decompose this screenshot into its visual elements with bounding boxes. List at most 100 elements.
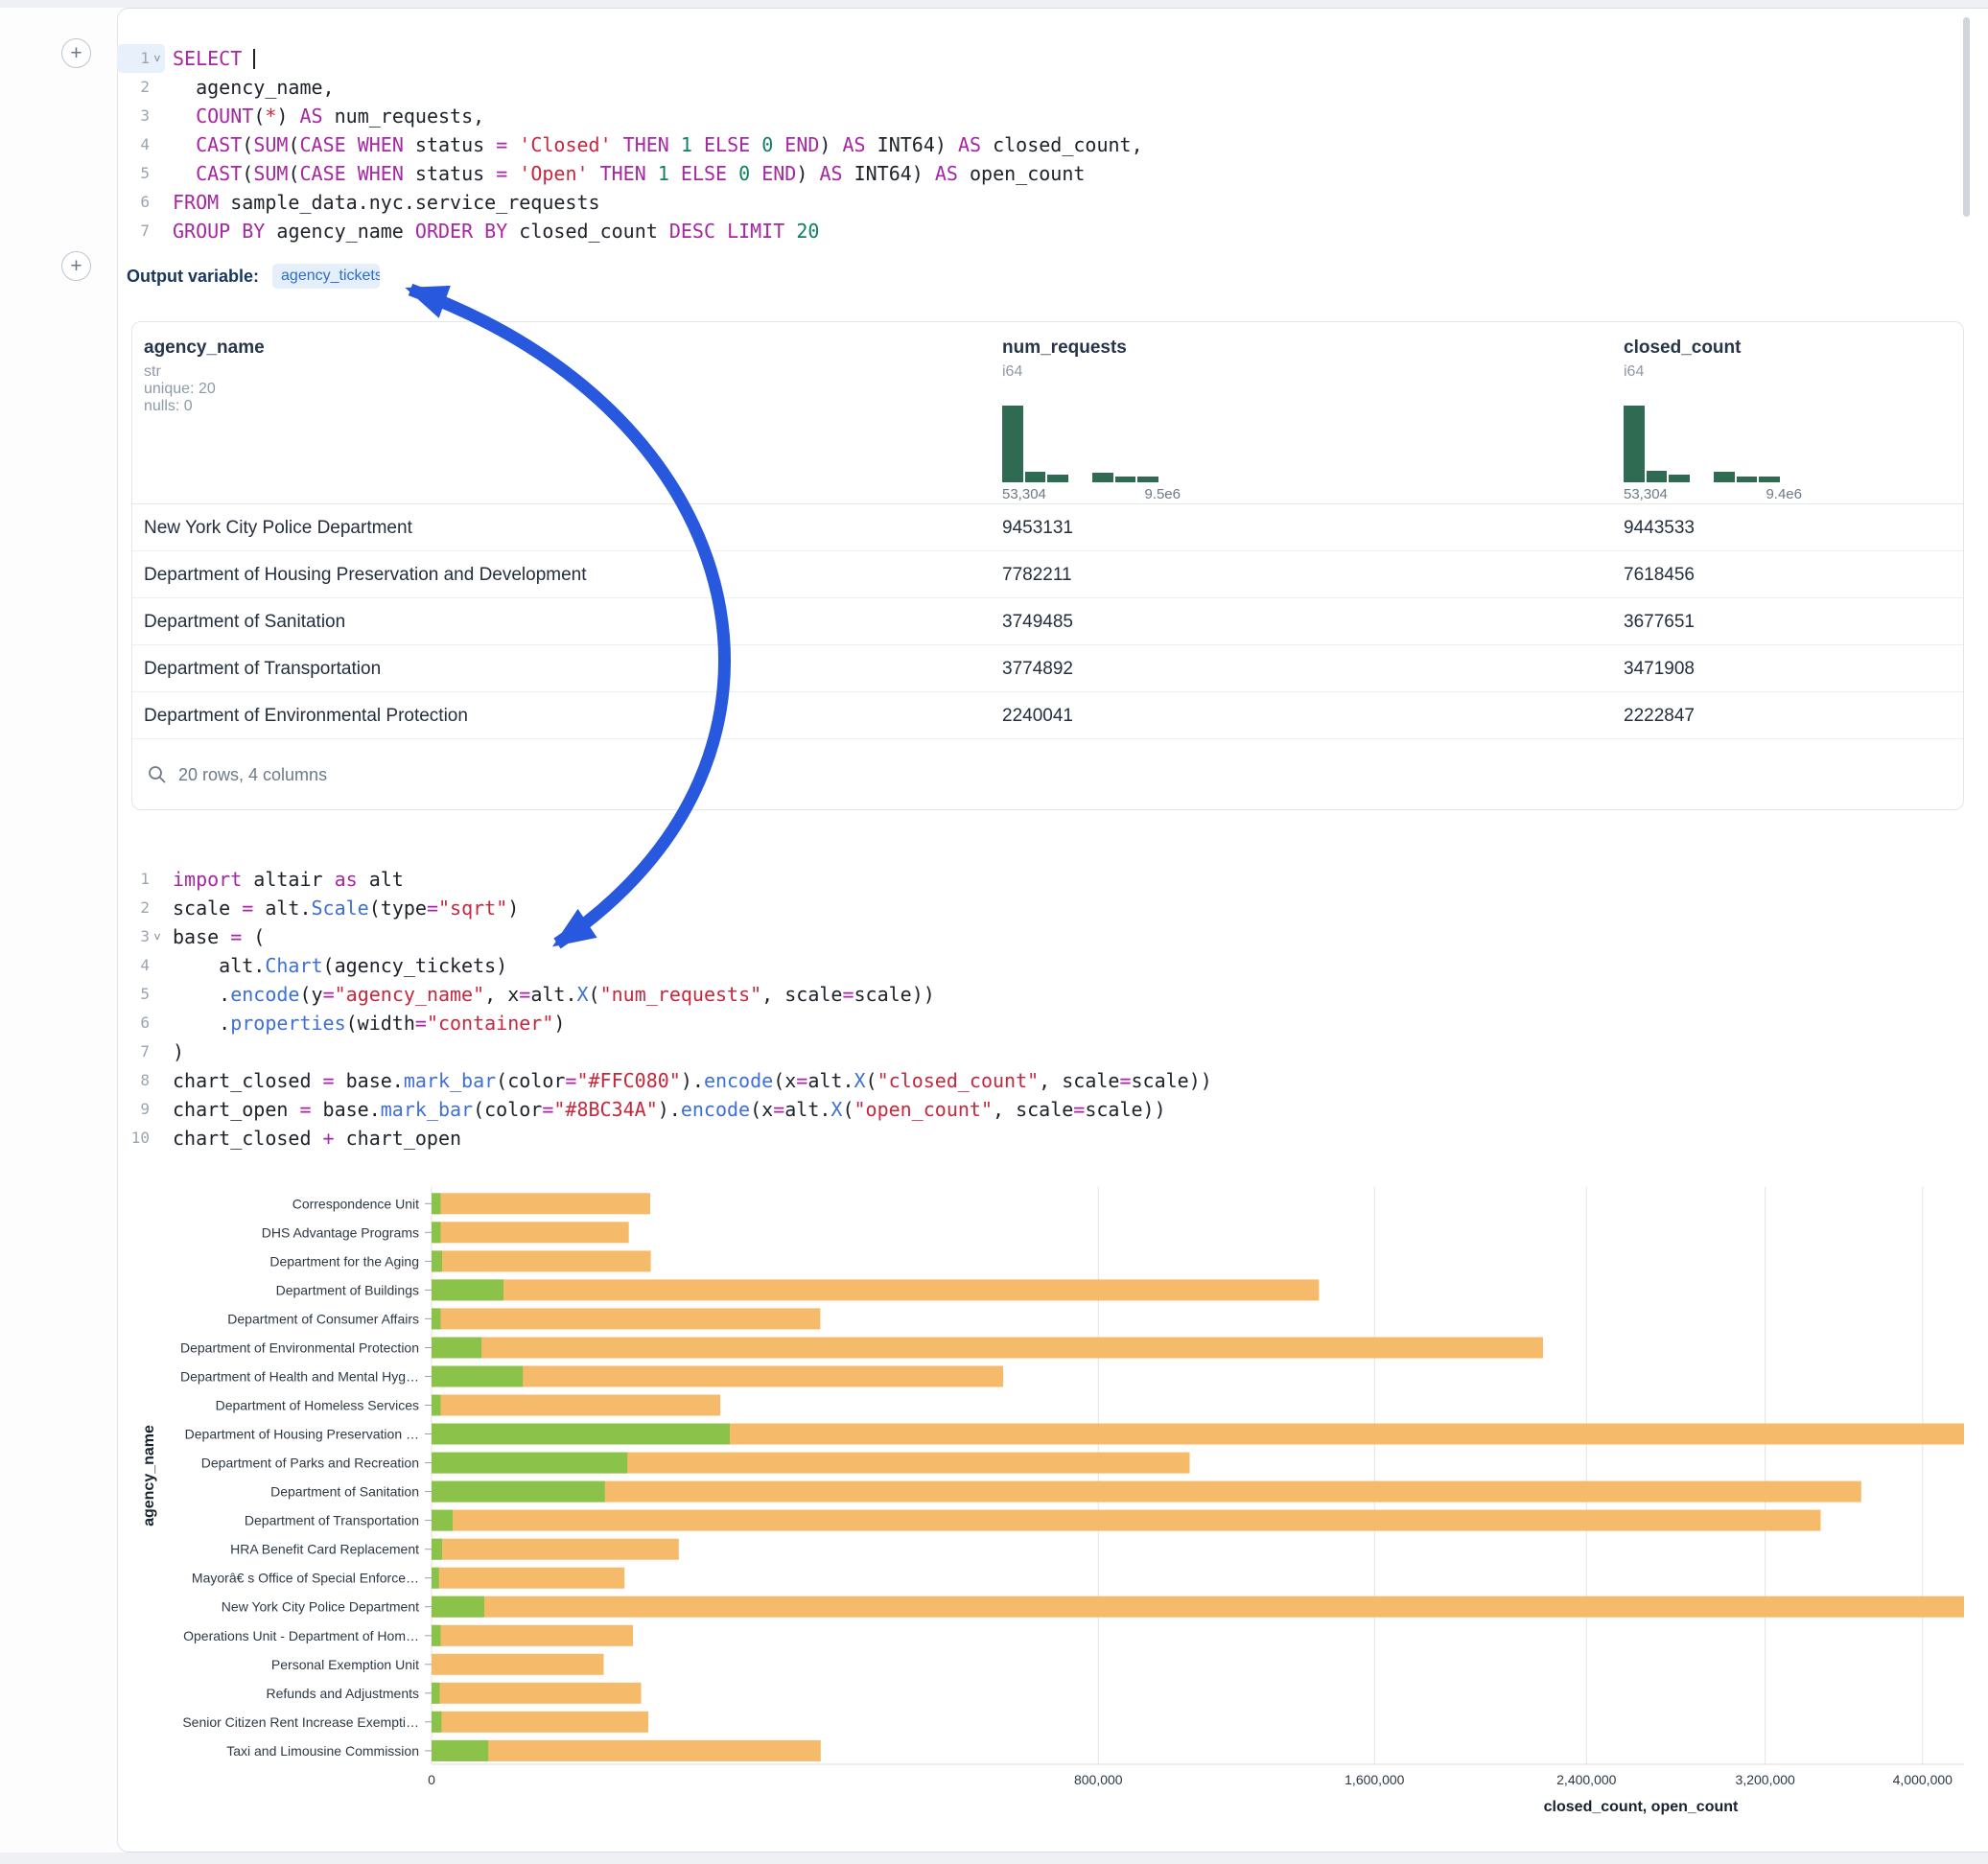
y-tick-label: Operations Unit - Department of Hom…: [183, 1628, 419, 1643]
code-line[interactable]: 5> .encode(y="agency_name", x=alt.X("num…: [117, 980, 1212, 1009]
code-line[interactable]: 4> CAST(SUM(CASE WHEN status = 'Closed' …: [117, 130, 1143, 159]
open-count-bar: [432, 1308, 441, 1329]
code-line[interactable]: 7>): [117, 1037, 1212, 1066]
table-cell: 3774892: [1002, 645, 1073, 692]
code-line[interactable]: 3> COUNT(*) AS num_requests,: [117, 102, 1143, 130]
line-number-gutter: 9>: [117, 1095, 165, 1124]
open-count-bar: [432, 1568, 439, 1589]
histogram-range-labels: 53,3049.5e6: [1002, 486, 1181, 502]
fold-chevron-icon[interactable]: >: [143, 929, 172, 944]
table-header: agency_namestrunique: 20nulls: 0 num_requ…: [132, 322, 1963, 504]
closed-count-bar: [432, 1250, 651, 1271]
y-axis-title: agency_name: [141, 1425, 157, 1526]
code-line[interactable]: 10>chart_closed + chart_open: [117, 1124, 1212, 1153]
line-number-gutter: 4>: [117, 951, 165, 980]
table-cell: 3677651: [1624, 598, 1695, 645]
open-count-bar: [432, 1250, 442, 1271]
line-number-gutter: 5>: [117, 980, 165, 1009]
add-cell-button[interactable]: +: [61, 38, 91, 68]
open-count-bar: [432, 1625, 441, 1646]
table-row[interactable]: Department of Sanitation37494853677651: [132, 598, 1963, 645]
code-line[interactable]: 1>SELECT: [117, 44, 1143, 73]
y-tick-label: Mayorâ€ s Office of Special Enforce…: [192, 1571, 419, 1586]
table-row[interactable]: Department of Environmental Protection 22…: [132, 692, 1963, 739]
code-line[interactable]: 1>import altair as alt: [117, 865, 1212, 894]
table-cell: 2240041: [1002, 692, 1073, 739]
table-cell: 9443533: [1624, 504, 1695, 551]
table-row[interactable]: New York City Police Department945313194…: [132, 504, 1963, 551]
fold-chevron-icon[interactable]: >: [143, 51, 172, 66]
table-cell: 3749485: [1002, 598, 1073, 645]
table-row[interactable]: Department of Housing Preservation and D…: [132, 551, 1963, 598]
column-header-num_requests[interactable]: num_requestsi6453,3049.5e6: [1002, 338, 1415, 502]
closed-count-bar: [432, 1395, 720, 1416]
closed-count-bar: [432, 1568, 624, 1589]
table-row[interactable]: Department of Transportation377489234719…: [132, 645, 1963, 692]
y-tick-label: Personal Exemption Unit: [271, 1657, 419, 1672]
open-count-bar: [432, 1481, 605, 1503]
code-line[interactable]: 2> agency_name,: [117, 73, 1143, 102]
open-count-bar: [432, 1366, 523, 1387]
code-line[interactable]: 3>base = (: [117, 922, 1212, 951]
open-count-bar: [432, 1338, 481, 1359]
column-stat: unique: 20: [144, 381, 556, 398]
open-count-bar: [432, 1596, 484, 1618]
code-line[interactable]: 9>chart_open = base.mark_bar(color="#8BC…: [117, 1095, 1212, 1124]
line-number-gutter: 6>: [117, 1009, 165, 1037]
line-number-gutter: 5>: [117, 159, 165, 188]
x-tick-label: 800,000: [1074, 1772, 1123, 1787]
python-cell[interactable]: 1>import altair as alt2>scale = alt.Scal…: [117, 865, 1212, 1153]
code-line[interactable]: 2>scale = alt.Scale(type="sqrt"): [117, 894, 1212, 922]
closed-count-bar: [432, 1308, 820, 1329]
row-count-summary: 20 rows, 4 columns: [178, 765, 327, 785]
table-cell: 7618456: [1624, 551, 1695, 598]
table-footer: 20 rows, 4 columns: [132, 740, 1963, 809]
code-line[interactable]: 6>FROM sample_data.nyc.service_requests: [117, 188, 1143, 217]
open-count-bar: [432, 1222, 441, 1243]
line-number-gutter: 6>: [117, 188, 165, 217]
open-count-bar: [432, 1510, 453, 1531]
output-variable-row: Output variable: agency_tickets: [127, 261, 380, 291]
code-line[interactable]: 8>chart_closed = base.mark_bar(color="#F…: [117, 1066, 1212, 1095]
y-tick-label: Department of Housing Preservation …: [185, 1427, 419, 1442]
table-body: New York City Police Department945313194…: [132, 504, 1963, 739]
code-line[interactable]: 7>GROUP BY agency_name ORDER BY closed_c…: [117, 217, 1143, 245]
table-cell: Department of Environmental Protection: [144, 692, 468, 739]
bar-chart: 0800,0001,600,0002,400,0003,200,0004,000…: [117, 1179, 1988, 1851]
line-number-gutter: 8>: [117, 1066, 165, 1095]
code-line[interactable]: 6> .properties(width="container"): [117, 1009, 1212, 1037]
column-mini-histogram: [1624, 406, 1802, 482]
closed-count-bar: [432, 1510, 1821, 1531]
output-variable-label: Output variable:: [127, 267, 259, 287]
add-cell-button[interactable]: +: [61, 251, 91, 281]
y-tick-label: Department of Sanitation: [270, 1484, 419, 1500]
table-cell: Department of Housing Preservation and D…: [144, 551, 587, 598]
x-tick-label: 3,200,000: [1736, 1772, 1795, 1787]
column-header-agency_name[interactable]: agency_namestrunique: 20nulls: 0: [144, 338, 556, 415]
scrollbar-thumb[interactable]: [1963, 17, 1970, 217]
y-tick-label: Department of Transportation: [245, 1513, 419, 1528]
table-cell: 7782211: [1002, 551, 1072, 598]
closed-count-bar: [432, 1596, 1964, 1618]
line-number-gutter: 2>: [117, 894, 165, 922]
sql-cell[interactable]: 1>SELECT 2> agency_name,3> COUNT(*) AS n…: [117, 44, 1143, 245]
line-number-gutter: 7>: [117, 1037, 165, 1066]
line-number-gutter: 7>: [117, 217, 165, 245]
y-tick-label: Taxi and Limousine Commission: [226, 1743, 419, 1759]
page-bottom-strip: [0, 1852, 1988, 1864]
line-number-gutter: 10>: [117, 1124, 165, 1153]
column-mini-histogram: [1002, 406, 1181, 482]
code-line[interactable]: 5> CAST(SUM(CASE WHEN status = 'Open' TH…: [117, 159, 1143, 188]
closed-count-bar: [432, 1338, 1543, 1359]
result-table: agency_namestrunique: 20nulls: 0 num_requ…: [131, 321, 1964, 810]
column-header-closed_count[interactable]: closed_counti6453,3049.4e6: [1624, 338, 1964, 502]
output-variable-chip[interactable]: agency_tickets: [272, 264, 380, 289]
search-icon[interactable]: [148, 765, 167, 784]
open-count-bar: [432, 1683, 440, 1704]
histogram-range-labels: 53,3049.4e6: [1624, 486, 1802, 502]
x-tick-label: 0: [428, 1772, 435, 1787]
y-tick-label: Department of Environmental Protection: [180, 1340, 419, 1356]
chart-output: 0800,0001,600,0002,400,0003,200,0004,000…: [117, 1179, 1988, 1851]
y-tick-label: Department of Homeless Services: [216, 1398, 419, 1413]
code-line[interactable]: 4> alt.Chart(agency_tickets): [117, 951, 1212, 980]
